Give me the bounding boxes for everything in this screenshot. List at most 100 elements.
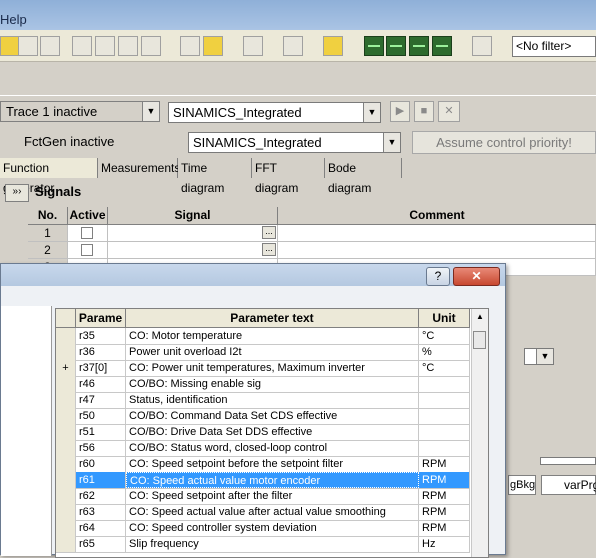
help-icon[interactable]: ? xyxy=(426,267,450,286)
toolbar-button-8[interactable] xyxy=(180,36,200,56)
unit-cell: RPM xyxy=(419,456,470,472)
param-text-cell: CO: Speed setpoint after the filter xyxy=(126,488,419,504)
stop-button[interactable]: ■ xyxy=(414,101,434,122)
browse-button[interactable]: ... xyxy=(262,243,276,256)
toolbar-button-1[interactable] xyxy=(0,36,20,56)
row-expand[interactable] xyxy=(56,536,76,552)
row-expand[interactable] xyxy=(56,344,76,360)
toolbar-button-2[interactable] xyxy=(18,36,38,56)
param-cell: r56 xyxy=(76,440,126,456)
filter-select[interactable]: <No filter> xyxy=(512,36,596,57)
play-button[interactable]: ▶ xyxy=(390,101,410,122)
table-row[interactable]: r35 CO: Motor temperature °C xyxy=(56,328,470,345)
table-row[interactable]: r63 CO: Speed actual value after actual v… xyxy=(56,504,470,521)
row-expand[interactable] xyxy=(56,424,76,440)
comment-cell[interactable] xyxy=(278,225,596,241)
unit-cell xyxy=(419,408,470,424)
table-row[interactable]: r61 CO: Speed actual value motor encoder R… xyxy=(56,472,470,489)
trace-device-select[interactable]: SINAMICS_Integrated ▼ xyxy=(168,102,381,123)
chevron-down-icon[interactable]: ▼ xyxy=(536,349,553,364)
tab-varprg[interactable]: varPrg xyxy=(541,475,596,495)
row-expand[interactable] xyxy=(56,520,76,536)
toolbar-button-6[interactable] xyxy=(118,36,138,56)
row-expand[interactable] xyxy=(56,392,76,408)
chart-button-4[interactable] xyxy=(432,36,452,56)
tab-bode-diagram[interactable]: Bode diagram xyxy=(325,158,402,195)
toolbar-button-13[interactable] xyxy=(472,36,492,56)
row-expand[interactable] xyxy=(56,440,76,456)
unit-cell: RPM xyxy=(419,472,470,488)
unit-cell xyxy=(419,392,470,408)
fctgen-device-select[interactable]: SINAMICS_Integrated ▼ xyxy=(188,132,401,153)
tab-fft-diagram[interactable]: FFT diagram xyxy=(252,158,325,195)
table-row[interactable]: r60 CO: Speed setpoint before the setpoin… xyxy=(56,456,470,473)
table-row[interactable]: r62 CO: Speed setpoint after the filter RP… xyxy=(56,488,470,505)
row-expand[interactable]: + xyxy=(56,360,76,376)
row-expand[interactable] xyxy=(56,456,76,472)
param-text-cell: CO: Speed actual value after actual valu… xyxy=(126,504,419,520)
tab-time-diagram[interactable]: Time diagram xyxy=(178,158,252,195)
table-row[interactable]: r50 CO/BO: Command Data Set CDS effective xyxy=(56,408,470,425)
chart-button-2[interactable] xyxy=(386,36,406,56)
toolbar-button-3[interactable] xyxy=(40,36,60,56)
table-row[interactable]: r46 CO/BO: Missing enable sig xyxy=(56,376,470,393)
toolbar-button-10[interactable] xyxy=(243,36,263,56)
comment-cell[interactable] xyxy=(278,242,596,258)
dialog-tree-pane xyxy=(1,306,52,556)
table-row[interactable]: r47 Status, identification xyxy=(56,392,470,409)
param-cell: r62 xyxy=(76,488,126,504)
unit-cell: RPM xyxy=(419,488,470,504)
table-row[interactable]: + r37[0] CO: Power unit temperatures, Maxi… xyxy=(56,360,470,377)
table-row[interactable]: r64 CO: Speed controller system deviation… xyxy=(56,520,470,537)
fctgen-device-label: SINAMICS_Integrated xyxy=(193,135,322,150)
row-expand[interactable] xyxy=(56,488,76,504)
toolbar-button-12[interactable] xyxy=(323,36,343,56)
tab-bkg[interactable]: gBkg xyxy=(508,475,536,495)
toolbar-button-4[interactable] xyxy=(72,36,92,56)
row-expand[interactable] xyxy=(56,504,76,520)
tab-measurements[interactable]: Measurements xyxy=(98,158,180,178)
unit-cell xyxy=(419,440,470,456)
row-expand[interactable] xyxy=(56,472,76,488)
trace-status-label: Trace 1 inactive xyxy=(6,104,98,119)
table-row[interactable]: r65 Slip frequency Hz xyxy=(56,536,470,553)
browse-button[interactable]: ... xyxy=(262,226,276,239)
right-combo[interactable]: ▼ xyxy=(524,348,554,365)
chevron-down-icon[interactable]: ▼ xyxy=(363,103,380,122)
col-mark xyxy=(56,309,76,327)
dialog-titlebar[interactable]: ? ✕ xyxy=(1,264,505,286)
parameter-dialog: ? ✕ Parame Parameter text Unit r35 CO: Mo… xyxy=(0,263,506,558)
assume-control-button[interactable]: Assume control priority! xyxy=(412,131,596,154)
table-row[interactable]: r51 CO/BO: Drive Data Set DDS effective xyxy=(56,424,470,441)
toolbar-button-11[interactable] xyxy=(283,36,303,56)
scroll-thumb[interactable] xyxy=(473,331,486,349)
scrollbar[interactable]: ▲ xyxy=(471,309,488,557)
chart-button-1[interactable] xyxy=(364,36,384,56)
table-row[interactable]: r36 Power unit overload I2t% xyxy=(56,344,470,361)
param-cell: r51 xyxy=(76,424,126,440)
toolbar-button-7[interactable] xyxy=(141,36,161,56)
unit-cell xyxy=(419,376,470,392)
active-checkbox[interactable] xyxy=(81,244,93,256)
chevron-down-icon[interactable]: ▼ xyxy=(142,102,159,121)
trace-status: Trace 1 inactive ▼ xyxy=(0,101,160,122)
expand-icon[interactable]: »› xyxy=(5,184,29,202)
chevron-down-icon[interactable]: ▼ xyxy=(383,133,400,152)
tab-function-generator[interactable]: Function generator xyxy=(0,158,98,195)
scroll-up-icon[interactable]: ▲ xyxy=(472,309,488,325)
signal-cell[interactable]: ... xyxy=(108,225,278,241)
close-icon[interactable]: ✕ xyxy=(453,267,500,286)
row-expand[interactable] xyxy=(56,376,76,392)
signal-cell[interactable]: ... xyxy=(108,242,278,258)
signals-title: Signals xyxy=(35,184,82,199)
menu-help[interactable]: Help xyxy=(0,12,27,27)
active-checkbox[interactable] xyxy=(81,227,93,239)
toolbar-button-9[interactable] xyxy=(203,36,223,56)
chart-button-3[interactable] xyxy=(409,36,429,56)
toolbar-button-5[interactable] xyxy=(95,36,115,56)
delete-button[interactable]: ✕ xyxy=(438,101,460,122)
right-field[interactable] xyxy=(540,457,596,465)
table-row[interactable]: r56 CO/BO: Status word, closed-loop contr… xyxy=(56,440,470,457)
row-expand[interactable] xyxy=(56,328,76,344)
row-expand[interactable] xyxy=(56,408,76,424)
